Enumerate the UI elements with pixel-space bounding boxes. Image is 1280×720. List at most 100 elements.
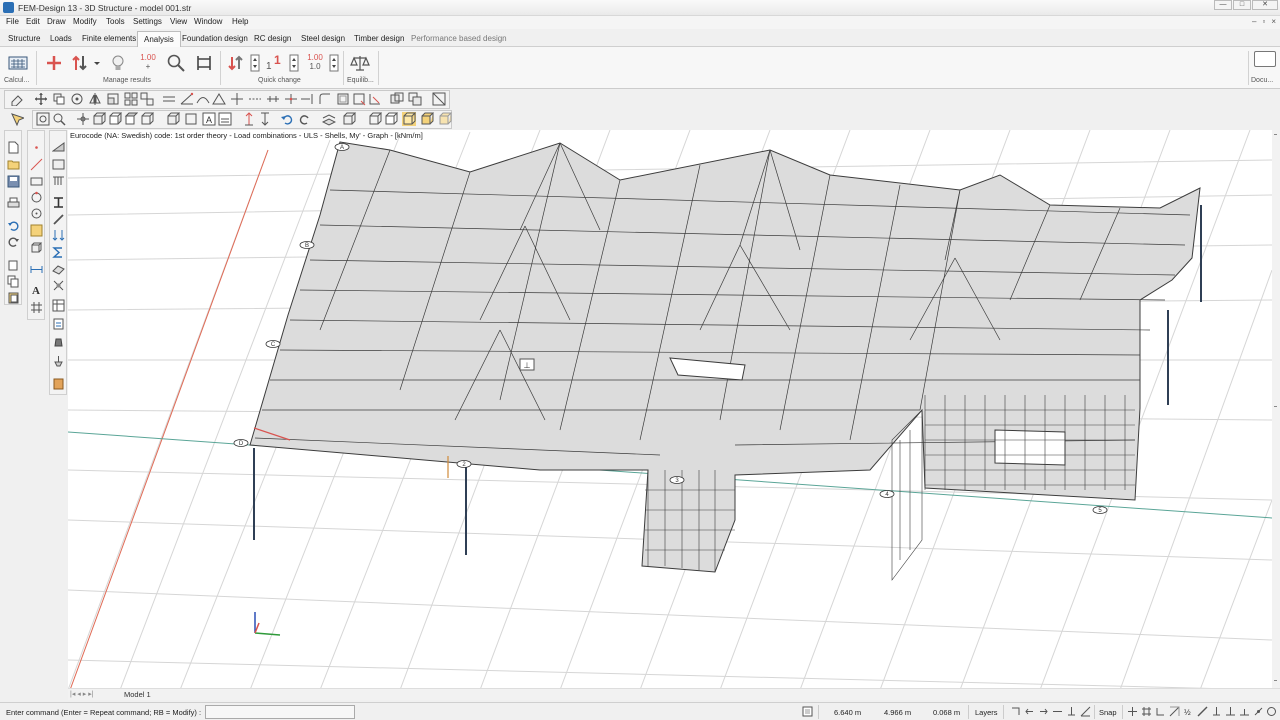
tab-performance-based-design[interactable]: Performance based design (411, 34, 507, 43)
tab-timber-design[interactable]: Timber design (354, 34, 404, 43)
view-side-icon[interactable] (108, 112, 122, 126)
rendered-icon[interactable] (420, 112, 434, 126)
point-icon[interactable] (30, 141, 43, 154)
line-icon[interactable] (30, 158, 43, 171)
display-mode-icon[interactable] (342, 112, 356, 126)
menu-file[interactable]: File (6, 17, 19, 26)
plane-icon[interactable] (184, 112, 198, 126)
frame-view-icon[interactable] (194, 53, 214, 73)
view-front-icon[interactable] (92, 112, 106, 126)
vertical-scrollbar[interactable] (1272, 130, 1280, 690)
menu-modify[interactable]: Modify (73, 17, 97, 26)
offset-icon[interactable] (336, 92, 350, 106)
load-arrows-icon[interactable] (52, 229, 65, 242)
split-icon[interactable] (284, 92, 298, 106)
zoom-icon[interactable] (52, 112, 66, 126)
snap-grid-icon[interactable] (1141, 706, 1152, 717)
pan-icon[interactable] (76, 112, 90, 126)
eraser-icon[interactable] (10, 92, 24, 106)
zoom-extents-icon[interactable] (36, 112, 50, 126)
section-up-icon[interactable] (242, 112, 256, 126)
calculator-icon[interactable] (8, 53, 28, 73)
spin-control-icon[interactable] (329, 53, 339, 73)
snap-corner-icon[interactable] (1155, 706, 1166, 717)
menu-settings[interactable]: Settings (133, 17, 162, 26)
snap-nearest-icon[interactable] (1253, 706, 1264, 717)
snap-perp-icon[interactable] (1211, 706, 1222, 717)
snap-button[interactable]: Snap (1099, 708, 1117, 717)
tab-scroll-arrows-icon[interactable]: |◂ ◂ ▸ ▸| (70, 690, 94, 698)
arrow-left-icon[interactable] (1024, 706, 1035, 717)
clipboard-icon[interactable] (52, 317, 65, 330)
view-iso-icon[interactable] (140, 112, 154, 126)
dimension-icon[interactable] (218, 112, 232, 126)
model-3d-canvas[interactable]: A B C D 2 3 4 5 ⊥ (68, 130, 1272, 688)
spin-control-icon[interactable] (289, 53, 299, 73)
rotate-icon[interactable] (70, 92, 84, 106)
truss-icon[interactable] (52, 174, 65, 187)
tab-structure[interactable]: Structure (8, 34, 40, 43)
spin-control-icon[interactable] (250, 53, 260, 73)
table-grid-icon[interactable] (52, 299, 65, 312)
view-box-icon[interactable] (166, 112, 180, 126)
wall-icon[interactable] (52, 158, 65, 171)
wireframe-icon[interactable] (368, 112, 382, 126)
doc-restore-button[interactable]: ▫ (1262, 17, 1265, 26)
hatch-icon[interactable] (432, 92, 446, 106)
stretch-icon[interactable] (352, 92, 366, 106)
grid-hash-icon[interactable] (30, 301, 43, 314)
documentation-button[interactable] (1254, 51, 1276, 67)
array-icon[interactable] (140, 92, 154, 106)
tab-steel-design[interactable]: Steel design (301, 34, 345, 43)
snap-edge-icon[interactable] (1197, 706, 1208, 717)
cross-point-icon[interactable] (230, 92, 244, 106)
view-top-icon[interactable] (124, 112, 138, 126)
new-file-icon[interactable] (7, 141, 20, 154)
perpendicular-icon[interactable] (1066, 706, 1077, 717)
arrow-right-icon[interactable] (1038, 706, 1049, 717)
coordinate-system-icon[interactable] (802, 706, 813, 717)
paste-icon[interactable] (7, 291, 20, 304)
menu-view[interactable]: View (170, 17, 187, 26)
tab-loads[interactable]: Loads (50, 34, 72, 43)
close-button[interactable]: ✕ (1252, 0, 1278, 10)
menu-window[interactable]: Window (194, 17, 222, 26)
snap-base-icon[interactable] (1225, 706, 1236, 717)
selection-icon[interactable] (10, 112, 24, 126)
redo-view-icon[interactable] (298, 112, 312, 126)
menu-draw[interactable]: Draw (47, 17, 66, 26)
ungroup-icon[interactable] (408, 92, 422, 106)
slab-icon[interactable] (52, 141, 65, 154)
snap-half-icon[interactable]: ½ (1183, 706, 1194, 717)
add-result-icon[interactable] (44, 53, 64, 73)
move-icon[interactable] (34, 92, 48, 106)
trim-icon[interactable] (368, 92, 382, 106)
open-folder-icon[interactable] (7, 158, 20, 171)
circle-arc-icon[interactable] (30, 191, 43, 204)
rectangle-icon[interactable] (30, 175, 43, 188)
support-icon[interactable] (52, 355, 65, 368)
maximize-button[interactable]: □ (1233, 0, 1251, 10)
snap-point-icon[interactable] (1127, 706, 1138, 717)
dashed-line-icon[interactable] (248, 92, 262, 106)
tab-finite-elements[interactable]: Finite elements (82, 34, 136, 43)
horizontal-scrollbar[interactable] (68, 688, 1280, 700)
ortho-icon[interactable] (1010, 706, 1021, 717)
lightbulb-icon[interactable] (108, 53, 128, 73)
layers-button[interactable]: Layers (975, 708, 998, 717)
storey-icon[interactable] (322, 112, 336, 126)
fillet-icon[interactable] (318, 92, 332, 106)
doc-close-button[interactable]: × (1271, 17, 1276, 26)
double-line-icon[interactable] (162, 92, 176, 106)
circle-icon[interactable] (30, 207, 43, 220)
scale-one-button[interactable]: 1 1 (264, 53, 286, 73)
snap-circle-icon[interactable] (1266, 706, 1277, 717)
hidden-line-icon[interactable] (384, 112, 398, 126)
cut-icon[interactable] (7, 259, 20, 272)
command-input[interactable] (205, 705, 355, 719)
array-copy-icon[interactable] (124, 92, 138, 106)
transparent-icon[interactable] (438, 112, 452, 126)
material-icon[interactable] (52, 377, 65, 390)
cover-icon[interactable] (52, 262, 65, 275)
box-icon[interactable] (30, 241, 43, 254)
